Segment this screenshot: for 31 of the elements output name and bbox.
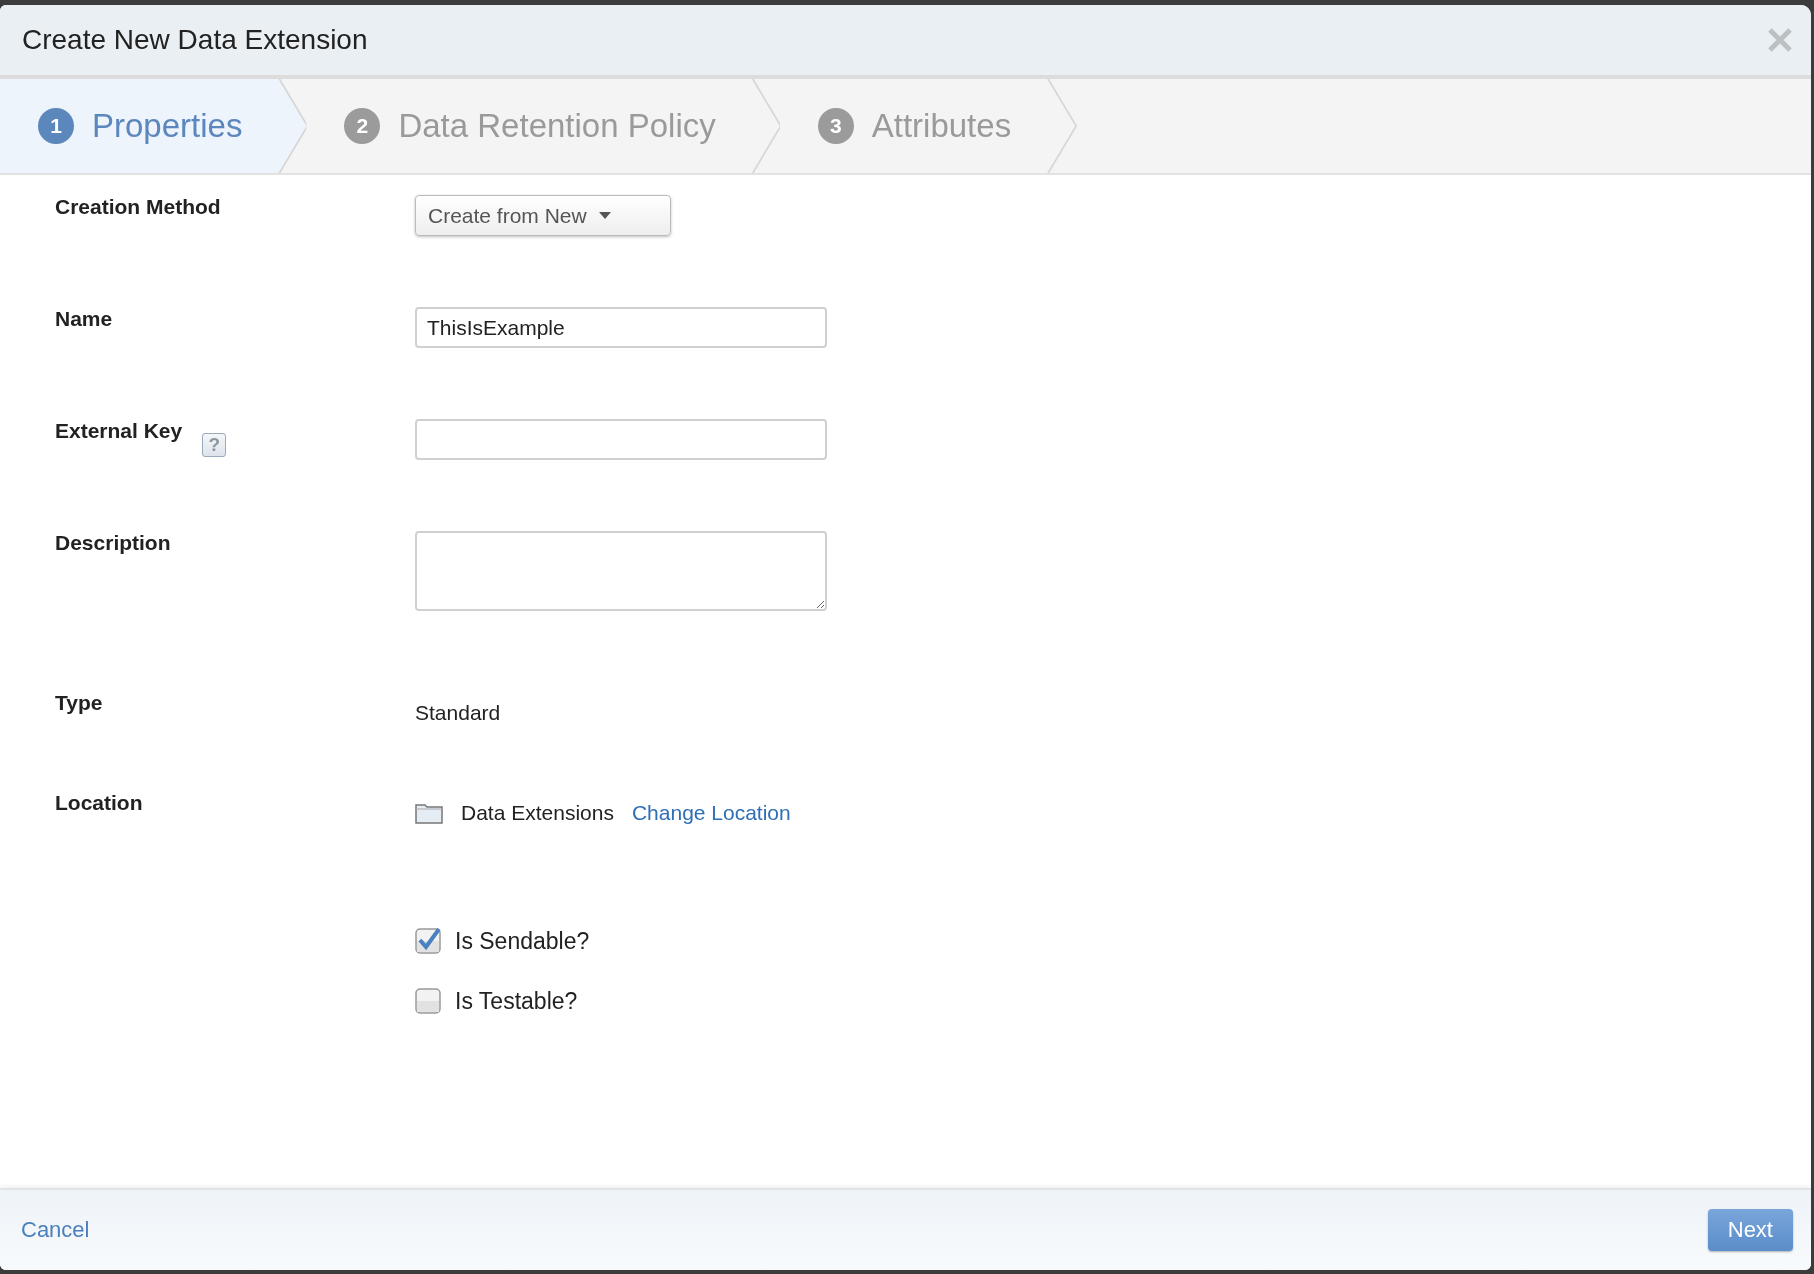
cancel-link[interactable]: Cancel	[21, 1217, 90, 1243]
field-label: Name	[55, 307, 113, 331]
dropdown-button[interactable]: Create from New	[415, 195, 671, 236]
close-icon[interactable]	[1767, 27, 1793, 53]
field-label: Location	[55, 791, 143, 815]
checkbox[interactable]	[415, 988, 441, 1014]
location-value: Data Extensions	[461, 801, 614, 825]
checkbox-label: Is Testable?	[455, 987, 578, 1015]
checkbox[interactable]	[415, 928, 441, 954]
text-input-field[interactable]: ThisIsExample	[415, 307, 827, 348]
folder-icon	[415, 802, 443, 824]
step-number-badge: 1	[38, 108, 74, 144]
step-number-badge: 3	[817, 108, 854, 144]
step-label: Properties	[92, 107, 243, 145]
text-input-field[interactable]	[415, 419, 827, 460]
step-label: Attributes	[871, 107, 1012, 145]
help-icon[interactable]: ?	[202, 433, 227, 457]
text-area-field[interactable]	[415, 531, 827, 611]
caret-icon	[598, 212, 611, 219]
field-label: Description	[55, 531, 171, 555]
next-button[interactable]: Next	[1707, 1209, 1793, 1251]
change-location-link[interactable]: Change Location	[631, 801, 791, 825]
type-value: Standard	[415, 700, 501, 725]
step-label: Data Retention Policy	[398, 107, 716, 145]
field-label: Creation Method	[55, 195, 221, 219]
checkbox-label: Is Sendable?	[455, 927, 590, 955]
step-number-badge: 2	[344, 108, 381, 144]
field-label: External Key	[55, 419, 183, 443]
field-label: Type	[55, 691, 103, 715]
dialog-title: Create New Data Extension	[22, 24, 368, 56]
step-tab[interactable]: 1 Properties	[0, 79, 307, 173]
